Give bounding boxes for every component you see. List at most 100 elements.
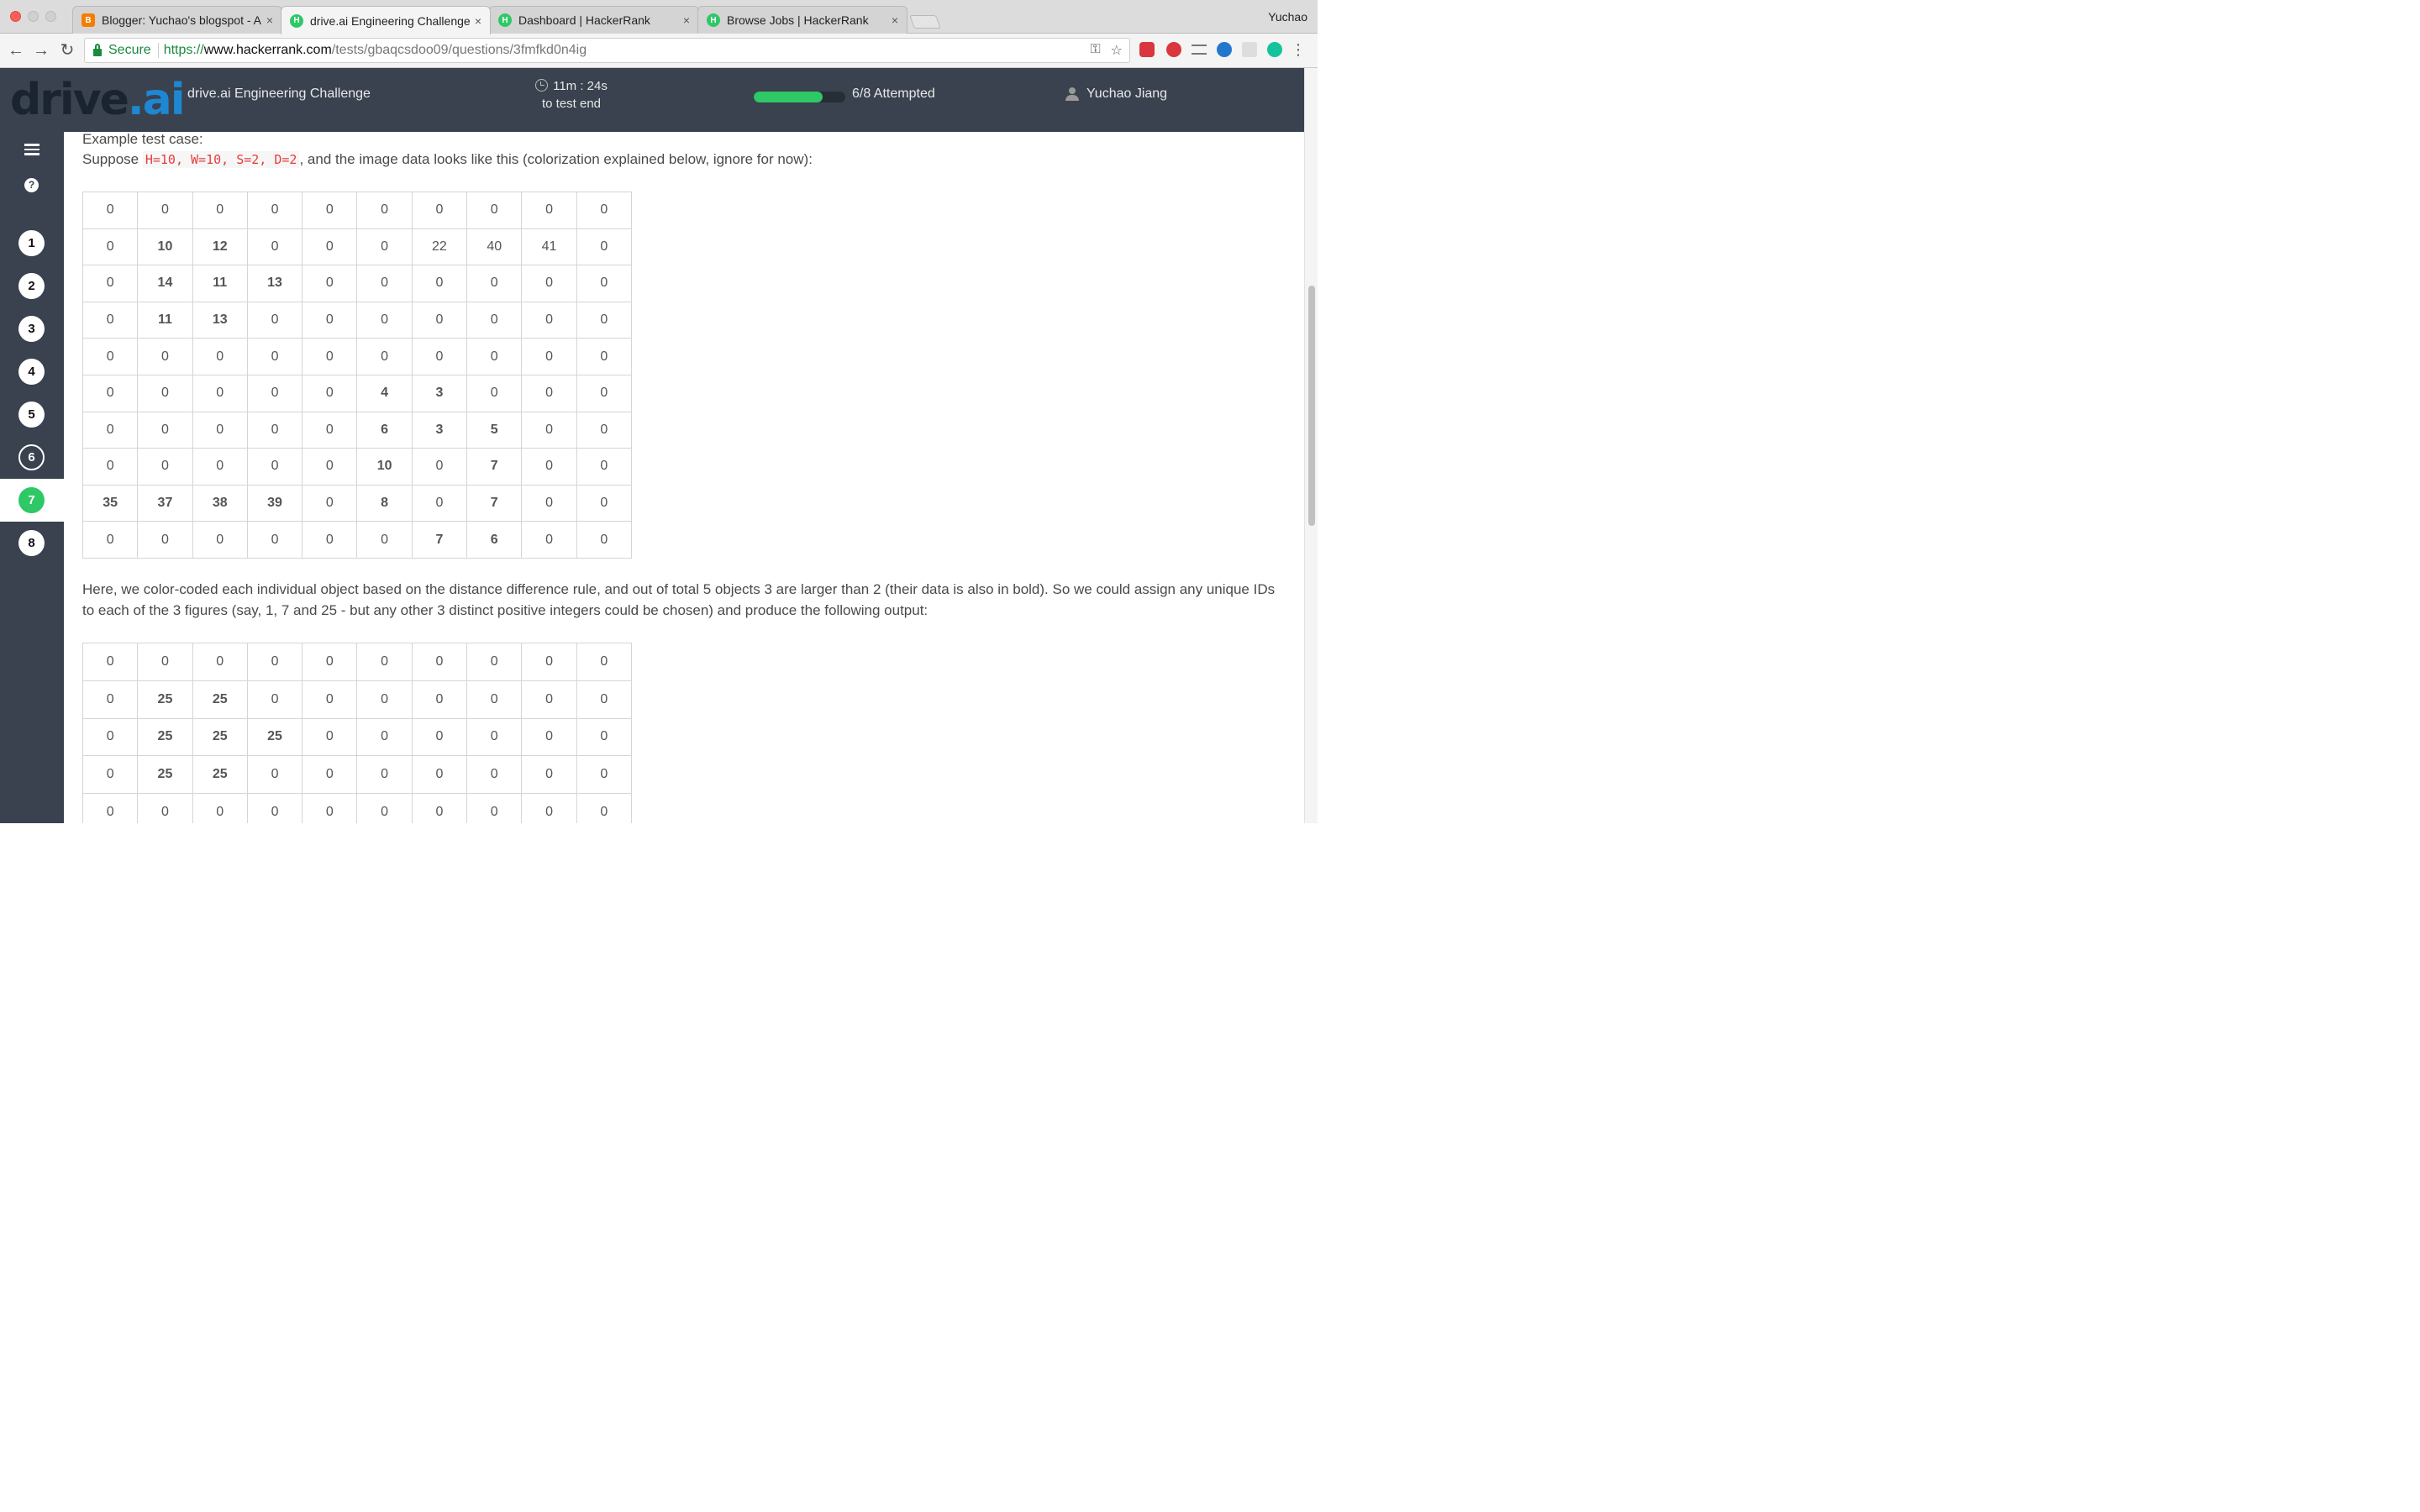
page-scrollbar[interactable] <box>1304 68 1318 823</box>
tab-browse-jobs[interactable]: H Browse Jobs | HackerRank × <box>697 6 908 34</box>
list-icon[interactable] <box>24 144 39 155</box>
grid-cell: 3 <box>411 411 468 449</box>
sidebar-item-question-1[interactable]: 1 <box>18 230 45 256</box>
tab-close-icon[interactable]: × <box>266 13 273 27</box>
forward-arrow-icon[interactable]: → <box>32 41 50 60</box>
star-icon[interactable]: ☆ <box>1111 42 1123 59</box>
tab-dashboard[interactable]: H Dashboard | HackerRank × <box>489 6 699 34</box>
sidebar-item-question-6[interactable]: 6 <box>18 444 45 470</box>
question-content: Example test case: Suppose H=10, W=10, S… <box>64 132 1304 823</box>
grid-cell: 0 <box>576 265 632 302</box>
close-window-button[interactable] <box>10 11 21 22</box>
grid-cell: 12 <box>192 228 248 266</box>
browser-toolbar: ← → ↻ Secure https:// www.hackerrank.com… <box>0 34 1318 68</box>
extension-circle-icon[interactable] <box>1217 42 1232 57</box>
grid-cell: 0 <box>576 228 632 266</box>
viewport: B Blogger: Yuchao's blogspot - A × H dri… <box>0 0 1318 823</box>
url-host: www.hackerrank.com <box>203 43 332 57</box>
grid-cell: 0 <box>246 411 303 449</box>
grid-cell: 0 <box>302 192 358 229</box>
grid-cell: 0 <box>302 717 358 757</box>
output-image-grid: 0 0 0 0 0 0 0 0 0 0 0 25 25 0 0 0 0 0 0 0 0 25 25 25 0 0 0 0 0 0 0 25 25… <box>82 643 632 823</box>
hackerrank-icon: H <box>290 13 303 28</box>
zoom-window-button[interactable] <box>45 11 56 22</box>
grid-cell: 0 <box>302 228 358 266</box>
user-menu[interactable]: Yuchao Jiang <box>1065 87 1167 102</box>
extension-icon[interactable] <box>1139 42 1155 57</box>
grid-cell: 0 <box>411 793 468 823</box>
reload-icon[interactable]: ↻ <box>58 41 76 60</box>
grid-cell: 11 <box>192 265 248 302</box>
grid-cell: 25 <box>137 755 193 795</box>
minimize-window-button[interactable] <box>28 11 39 22</box>
sidebar-item-question-5[interactable]: 5 <box>18 402 45 428</box>
logo-text: drive <box>10 75 129 125</box>
grid-cell: 0 <box>82 265 139 302</box>
grid-cell: 0 <box>82 411 139 449</box>
grid-row: 0000000000 <box>82 643 632 681</box>
tab-blogger[interactable]: B Blogger: Yuchao's blogspot - A × <box>72 6 282 34</box>
timer-caption: to test end <box>541 97 602 111</box>
grid-cell: 25 <box>192 680 248 719</box>
grid-cell: 0 <box>192 643 248 681</box>
key-icon[interactable]: ⚿ <box>1090 42 1100 59</box>
grid-cell: 0 <box>246 793 303 823</box>
grid-cell: 0 <box>137 192 193 229</box>
grid-cell: 0 <box>521 643 577 681</box>
address-bar[interactable]: Secure https:// www.hackerrank.com /test… <box>84 38 1130 63</box>
grammarly-icon[interactable] <box>1267 42 1282 57</box>
grid-row: 35 37 38 39 0 8 0 7 0 0 <box>82 484 632 522</box>
extension-badge-icon[interactable] <box>1166 42 1181 57</box>
reader-icon[interactable] <box>1192 45 1207 55</box>
browser-profile-name[interactable]: Yuchao <box>1268 10 1307 24</box>
sidebar-item-question-2[interactable]: 2 <box>18 273 45 299</box>
grid-cell: 8 <box>356 484 413 522</box>
grid-cell: 7 <box>411 521 468 559</box>
sidebar-item-question-8[interactable]: 8 <box>18 530 45 556</box>
grid-cell: 0 <box>192 448 248 486</box>
tab-close-icon[interactable]: × <box>683 13 690 27</box>
sidebar-item-question-7[interactable]: 7 <box>0 479 64 522</box>
grid-row: 0000063500 <box>82 411 632 449</box>
grid-cell: 0 <box>82 680 139 719</box>
grid-cell: 0 <box>521 265 577 302</box>
menu-icon[interactable]: ⋮ <box>1291 41 1306 58</box>
back-arrow-icon[interactable]: ← <box>7 41 25 60</box>
grid-cell: 0 <box>82 448 139 486</box>
grid-cell: 0 <box>82 717 139 757</box>
tab-label: Blogger: Yuchao's blogspot - A <box>102 13 261 27</box>
grid-cell: 0 <box>521 448 577 486</box>
grid-cell: 0 <box>411 755 468 795</box>
grid-cell: 25 <box>137 680 193 719</box>
help-icon[interactable]: ? <box>24 178 39 192</box>
tab-drive-ai-challenge[interactable]: H drive.ai Engineering Challenge × <box>281 6 491 34</box>
grid-cell: 10 <box>356 448 413 486</box>
shield-icon[interactable] <box>1242 42 1257 57</box>
grid-cell: 0 <box>356 793 413 823</box>
clock-icon <box>535 79 549 92</box>
secure-label: Secure <box>108 43 151 57</box>
grid-cell: 0 <box>466 192 523 229</box>
grid-cell: 0 <box>302 411 358 449</box>
tab-close-icon[interactable]: × <box>892 13 898 27</box>
tab-label: Browse Jobs | HackerRank <box>727 13 869 27</box>
grid-cell: 0 <box>137 643 193 681</box>
grid-cell: 0 <box>302 301 358 339</box>
drive-ai-logo[interactable]: drive.ai <box>10 75 186 125</box>
grid-cell: 13 <box>192 301 248 339</box>
tab-close-icon[interactable]: × <box>475 14 481 28</box>
grid-row: 0 25 25 25 0 0 0 0 0 0 <box>82 717 632 757</box>
grid-cell: 6 <box>466 521 523 559</box>
sidebar-item-question-4[interactable]: 4 <box>18 359 45 385</box>
explanation-text: Here, we color-coded each individual obj… <box>82 581 1276 618</box>
grid-cell: 37 <box>137 484 193 522</box>
sidebar-item-question-3[interactable]: 3 <box>18 316 45 342</box>
scrollbar-thumb[interactable] <box>1308 286 1315 526</box>
new-tab-button[interactable] <box>909 15 941 29</box>
grid-cell: 0 <box>466 301 523 339</box>
grid-cell: 0 <box>356 643 413 681</box>
grid-cell: 0 <box>466 793 523 823</box>
hackerrank-icon: H <box>707 13 720 27</box>
grid-cell: 0 <box>246 301 303 339</box>
grid-cell: 0 <box>246 448 303 486</box>
